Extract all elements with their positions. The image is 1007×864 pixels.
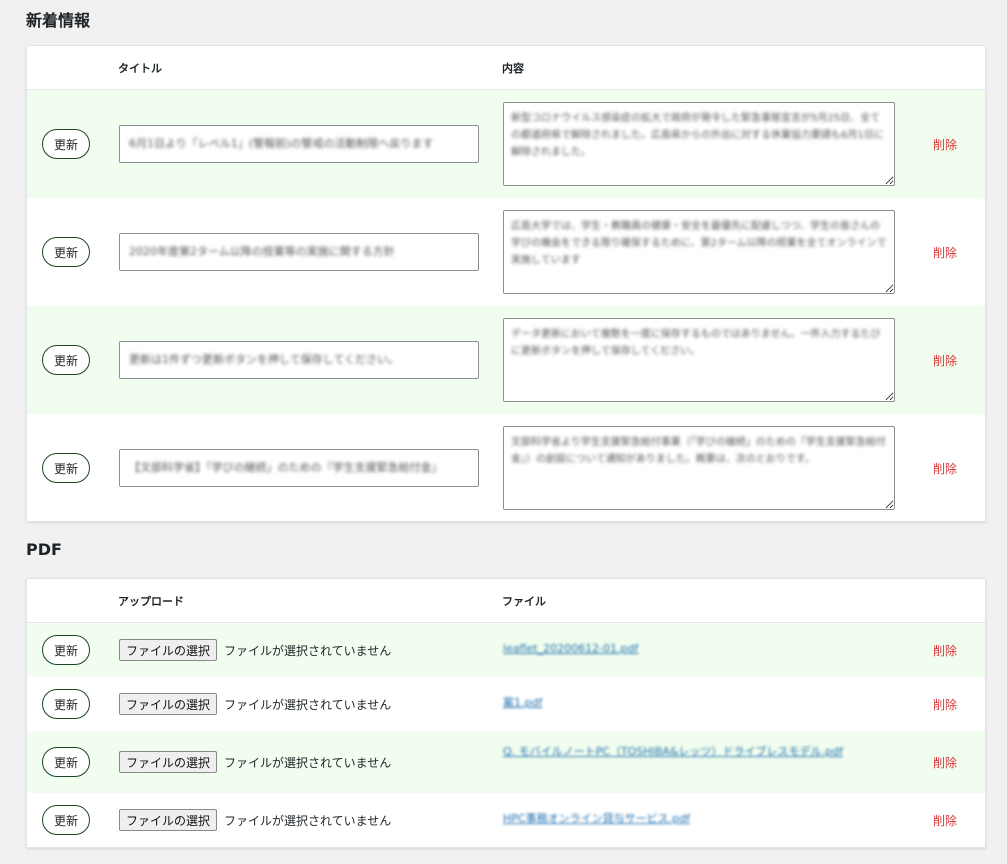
news-row: 更新 2020年度第2ターム以降の授業等の実施に関する方針 広島大学では、学生・… [27,198,985,306]
title-input[interactable]: 6月1日より「レベル1」(警報前)の警戒の活動制限へ戻ります [119,125,479,163]
delete-link[interactable]: 削除 [933,352,957,369]
pdf-file-link[interactable]: 案1.pdf [503,695,542,711]
resize-grip-icon[interactable] [885,284,893,292]
content-textarea-value: データ更新において複数を一度に保存するものではありません。一件入力するたびに更新… [511,329,881,357]
title-input[interactable]: 【文部科学省】「学びの継続」のための『学生支援緊急給付金』 [119,449,479,487]
title-input-value: 2020年度第2ターム以降の授業等の実施に関する方針 [129,245,395,258]
delete-link[interactable]: 削除 [933,812,957,829]
delete-link[interactable]: 削除 [933,460,957,477]
content-textarea-value: 文部科学省より学生支援緊急給付事業（「学びの継続」のための『学生支援緊急給付金』… [511,437,886,465]
update-button[interactable]: 更新 [42,237,90,267]
title-input-value: 【文部科学省】「学びの継続」のための『学生支援緊急給付金』 [129,461,443,474]
file-status: ファイルが選択されていません [224,698,392,712]
choose-file-button[interactable]: ファイルの選択 [119,751,218,773]
pdf-file-link[interactable]: HPC事務オンライン貸与サービス.pdf [503,811,690,827]
pdf-table: アップロード ファイル 更新 ファイルの選択 ファイルが選択されていません le… [26,578,986,848]
delete-link[interactable]: 削除 [933,642,957,659]
news-row: 更新 更新は1件ずつ更新ボタンを押して保存してください。 データ更新において複数… [27,306,985,414]
news-section-heading: 新着情報 [26,11,91,30]
resize-grip-icon[interactable] [885,500,893,508]
content-textarea-value: 新型コロナウイルス感染症の拡大で政府が発令した緊急事態宣言が5月25日、全ての都… [511,113,884,158]
delete-link[interactable]: 削除 [933,696,957,713]
content-textarea[interactable]: 広島大学では、学生・教職員の健康・安全を最優先に配慮しつつ、学生の皆さんの学びの… [503,210,895,294]
file-status: ファイルが選択されていません [224,814,392,828]
title-input-value: 6月1日より「レベル1」(警報前)の警戒の活動制限へ戻ります [129,137,434,150]
update-button[interactable]: 更新 [42,345,90,375]
update-button[interactable]: 更新 [42,453,90,483]
update-button[interactable]: 更新 [42,635,90,665]
update-button[interactable]: 更新 [42,689,90,719]
content-textarea[interactable]: 新型コロナウイルス感染症の拡大で政府が発令した緊急事態宣言が5月25日、全ての都… [503,102,895,186]
resize-grip-icon[interactable] [885,392,893,400]
file-status: ファイルが選択されていません [224,644,392,658]
choose-file-button[interactable]: ファイルの選択 [119,639,218,661]
update-button[interactable]: 更新 [42,747,90,777]
column-header-content: 内容 [502,62,524,75]
column-header-upload: アップロード [118,595,184,608]
news-table-header: タイトル 内容 [27,46,985,90]
title-input-value: 更新は1件ずつ更新ボタンを押して保存してください。 [129,353,400,366]
news-table: タイトル 内容 更新 6月1日より「レベル1」(警報前)の警戒の活動制限へ戻りま… [26,45,986,522]
content-textarea[interactable]: 文部科学省より学生支援緊急給付事業（「学びの継続」のための『学生支援緊急給付金』… [503,426,895,510]
pdf-file-link[interactable]: leaflet_20200612-01.pdf [503,641,638,657]
news-row: 更新 6月1日より「レベル1」(警報前)の警戒の活動制限へ戻ります 新型コロナウ… [27,90,985,198]
update-button[interactable]: 更新 [42,129,90,159]
pdf-row: 更新 ファイルの選択 ファイルが選択されていません Q. モバイルノートPC（T… [27,731,985,793]
pdf-row: 更新 ファイルの選択 ファイルが選択されていません HPC事務オンライン貸与サー… [27,793,985,847]
delete-link[interactable]: 削除 [933,754,957,771]
delete-link[interactable]: 削除 [933,244,957,261]
title-input[interactable]: 2020年度第2ターム以降の授業等の実施に関する方針 [119,233,479,271]
news-row: 更新 【文部科学省】「学びの継続」のための『学生支援緊急給付金』 文部科学省より… [27,414,985,522]
update-button[interactable]: 更新 [42,805,90,835]
title-input[interactable]: 更新は1件ずつ更新ボタンを押して保存してください。 [119,341,479,379]
choose-file-button[interactable]: ファイルの選択 [119,693,218,715]
pdf-table-header: アップロード ファイル [27,579,985,623]
resize-grip-icon[interactable] [885,176,893,184]
choose-file-button[interactable]: ファイルの選択 [119,809,218,831]
pdf-file-link[interactable]: Q. モバイルノートPC（TOSHIBA&レッツ）ドライブレスモデル.pdf [503,744,843,760]
pdf-section-heading: PDF [26,540,62,559]
content-textarea-value: 広島大学では、学生・教職員の健康・安全を最優先に配慮しつつ、学生の皆さんの学びの… [511,221,887,266]
pdf-row: 更新 ファイルの選択 ファイルが選択されていません leaflet_202006… [27,623,985,677]
column-header-title: タイトル [118,62,162,75]
content-textarea[interactable]: データ更新において複数を一度に保存するものではありません。一件入力するたびに更新… [503,318,895,402]
delete-link[interactable]: 削除 [933,136,957,153]
file-status: ファイルが選択されていません [224,756,392,770]
column-header-file: ファイル [502,595,546,608]
pdf-row: 更新 ファイルの選択 ファイルが選択されていません 案1.pdf 削除 [27,677,985,731]
